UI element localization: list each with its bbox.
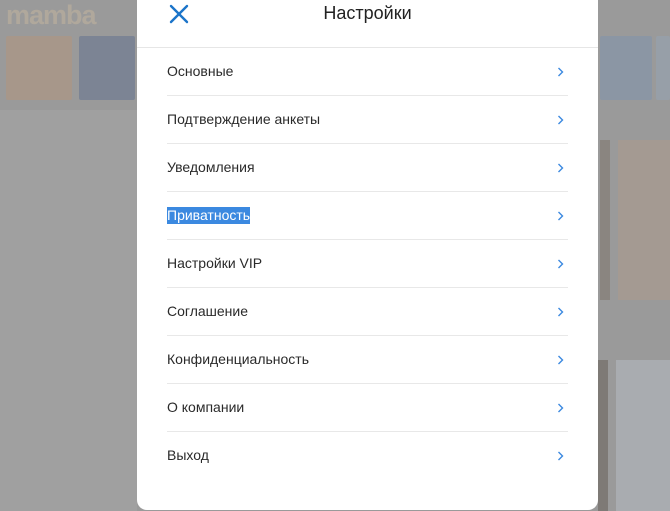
modal-header: Настройки: [137, 0, 598, 48]
chevron-right-icon: [558, 355, 564, 365]
menu-item-vip-settings[interactable]: Настройки VIP: [167, 240, 568, 288]
menu-item-agreement[interactable]: Соглашение: [167, 288, 568, 336]
chevron-right-icon: [558, 403, 564, 413]
menu-item-label: Подтверждение анкеты: [167, 111, 321, 127]
menu-item-privacy[interactable]: Приватность: [167, 192, 568, 240]
menu-item-label: О компании: [167, 399, 245, 415]
settings-modal: Настройки Основные Подтверждение анкеты …: [137, 0, 598, 510]
menu-item-label: Конфиденциальность: [167, 351, 310, 367]
menu-item-label: Уведомления: [167, 159, 255, 175]
menu-item-about-company[interactable]: О компании: [167, 384, 568, 432]
menu-item-label: Основные: [167, 63, 234, 79]
menu-item-label: Настройки VIP: [167, 255, 263, 271]
chevron-right-icon: [558, 211, 564, 221]
menu-item-label: Выход: [167, 447, 209, 463]
chevron-right-icon: [558, 259, 564, 269]
menu-item-profile-verification[interactable]: Подтверждение анкеты: [167, 96, 568, 144]
chevron-right-icon: [558, 163, 564, 173]
menu-item-label: Соглашение: [167, 303, 249, 319]
modal-title: Настройки: [323, 3, 412, 23]
menu-item-main[interactable]: Основные: [167, 48, 568, 96]
chevron-right-icon: [558, 307, 564, 317]
chevron-right-icon: [558, 67, 564, 77]
menu-item-label: Приватность: [167, 207, 251, 224]
menu-item-confidentiality[interactable]: Конфиденциальность: [167, 336, 568, 384]
settings-menu: Основные Подтверждение анкеты Уведомлени…: [137, 48, 598, 479]
menu-item-logout[interactable]: Выход: [167, 432, 568, 479]
chevron-right-icon: [558, 451, 564, 461]
chevron-right-icon: [558, 115, 564, 125]
menu-item-notifications[interactable]: Уведомления: [167, 144, 568, 192]
